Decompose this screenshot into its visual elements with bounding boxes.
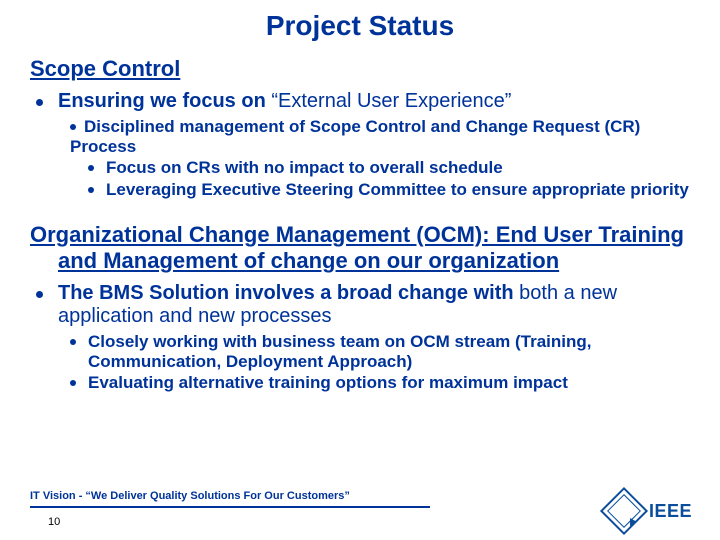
slide-title: Project Status bbox=[30, 10, 690, 42]
list-item: Focus on CRs with no impact to overall s… bbox=[88, 158, 690, 178]
list-item: Closely working with business team on OC… bbox=[70, 332, 690, 371]
spacer bbox=[30, 206, 690, 218]
bullet-text-soft: “External User Experience” bbox=[271, 90, 511, 112]
ieee-logo-text: IEEE bbox=[649, 501, 692, 522]
slide: Project Status Scope Control Ensuring we… bbox=[0, 0, 720, 540]
bullet-list-l2: Disciplined management of Scope Control … bbox=[70, 117, 690, 199]
list-item: Leveraging Executive Steering Committee … bbox=[88, 180, 690, 200]
bullet-text: Evaluating alternative training options … bbox=[88, 373, 568, 392]
arrow-icon bbox=[630, 518, 637, 526]
ieee-diamond-icon bbox=[600, 487, 648, 535]
bullet-text: Closely working with business team on OC… bbox=[88, 332, 591, 371]
list-item: The BMS Solution involves a broad change… bbox=[36, 282, 690, 393]
bullet-text: Disciplined management of Scope Control … bbox=[70, 117, 640, 156]
ieee-logo: IEEE bbox=[607, 494, 692, 528]
bullet-list-l1: Ensuring we focus on “External User Expe… bbox=[36, 90, 690, 199]
section-heading-ocm: Organizational Change Management (OCM): … bbox=[30, 222, 690, 275]
list-item: Evaluating alternative training options … bbox=[70, 373, 690, 393]
bullet-dot-icon bbox=[36, 291, 43, 298]
bullet-dot-icon bbox=[88, 165, 94, 171]
section-heading-scope: Scope Control bbox=[30, 56, 690, 82]
bullet-dot-icon bbox=[36, 99, 43, 106]
bullet-dot-icon bbox=[70, 124, 76, 130]
footer-tagline: IT Vision - “We Deliver Quality Solution… bbox=[30, 490, 690, 502]
bullet-dot-icon bbox=[70, 380, 76, 386]
footer: IT Vision - “We Deliver Quality Solution… bbox=[30, 490, 690, 528]
list-item: Disciplined management of Scope Control … bbox=[70, 117, 690, 199]
page-number: 10 bbox=[48, 516, 690, 528]
bullet-text: Leveraging Executive Steering Committee … bbox=[106, 180, 689, 199]
bullet-text-strong: Ensuring we focus on bbox=[58, 90, 271, 112]
bullet-dot-icon bbox=[70, 339, 76, 345]
list-item: Ensuring we focus on “External User Expe… bbox=[36, 90, 690, 199]
footer-divider bbox=[30, 506, 430, 508]
bullet-list-l2: Closely working with business team on OC… bbox=[70, 332, 690, 393]
bullet-text: Focus on CRs with no impact to overall s… bbox=[106, 158, 503, 177]
bullet-list-l1: The BMS Solution involves a broad change… bbox=[36, 282, 690, 393]
bullet-dot-icon bbox=[88, 187, 94, 193]
bullet-text-strong: The BMS Solution involves a broad change… bbox=[58, 282, 519, 304]
bullet-list-l3: Focus on CRs with no impact to overall s… bbox=[88, 158, 690, 199]
